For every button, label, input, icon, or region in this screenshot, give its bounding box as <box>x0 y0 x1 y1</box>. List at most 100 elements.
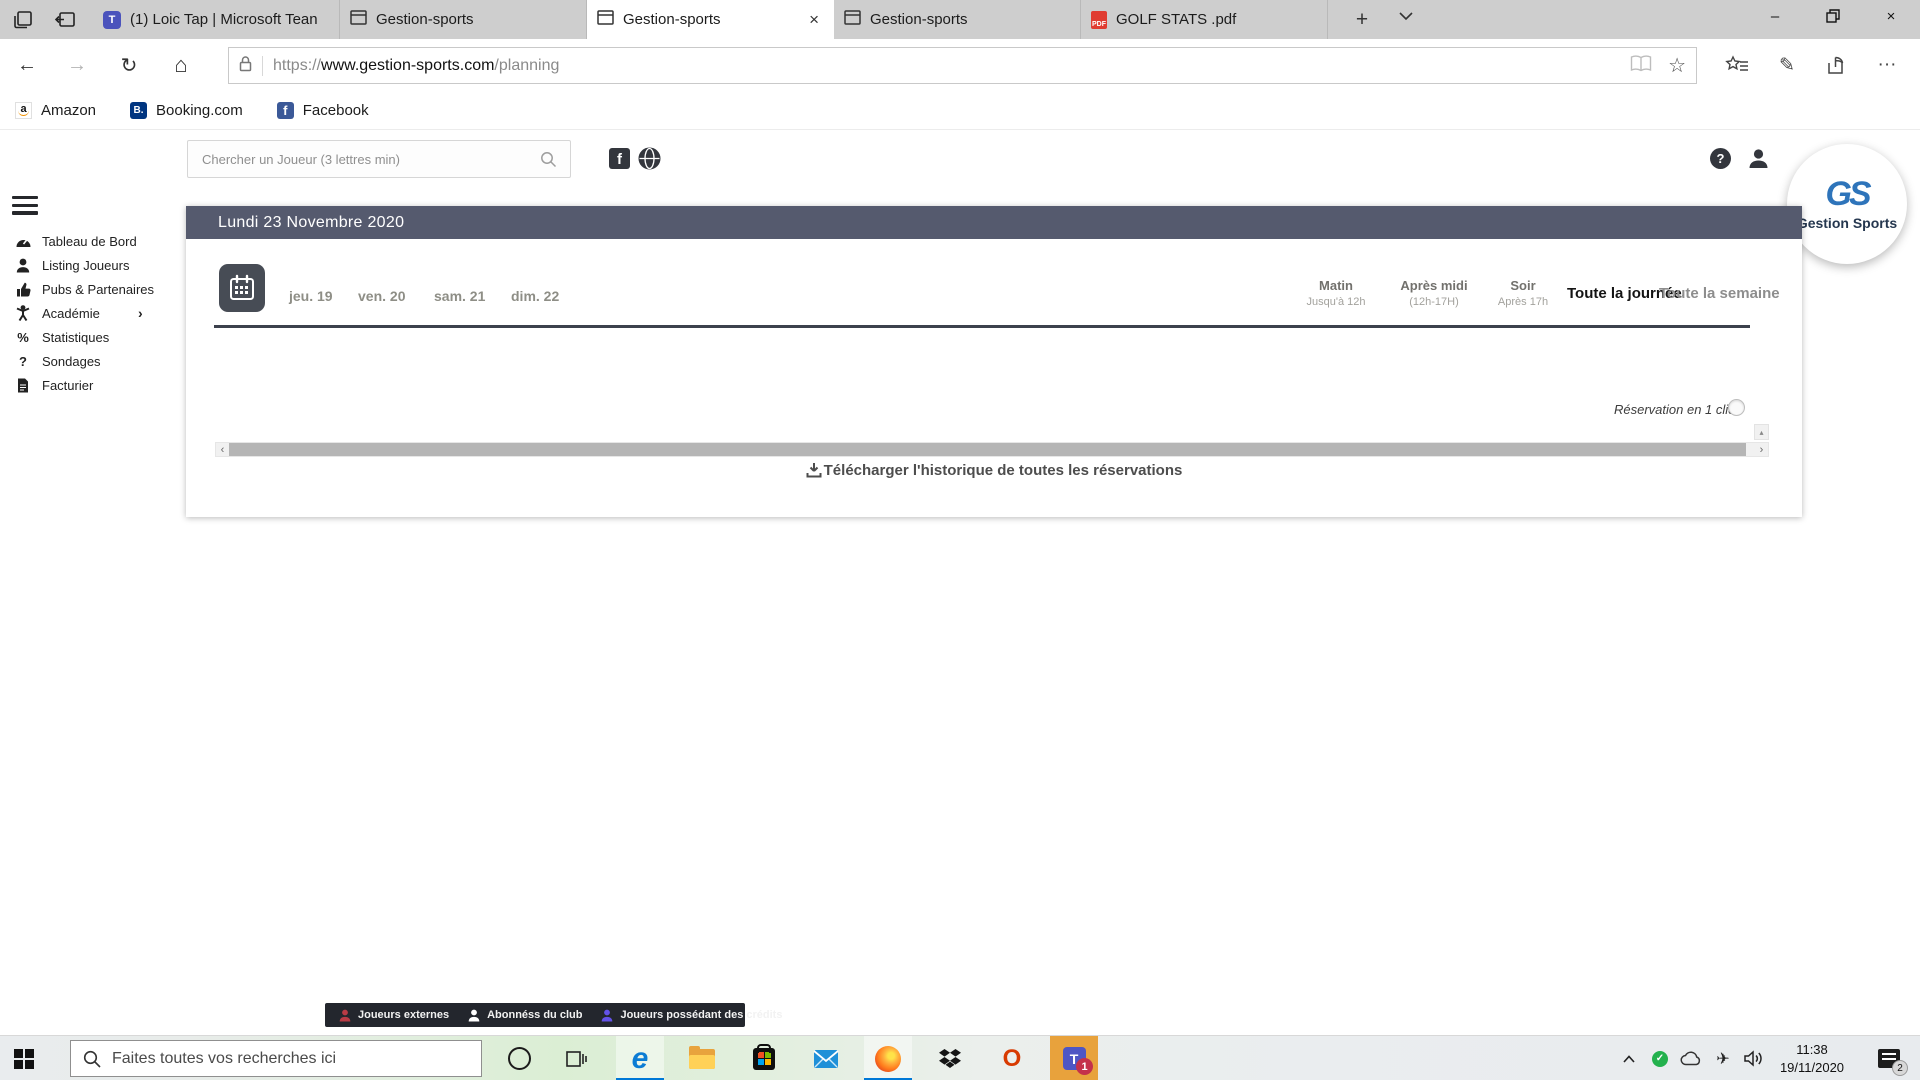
one-click-reservation-toggle[interactable] <box>1728 399 1745 416</box>
url-separator <box>262 56 263 76</box>
horizontal-scrollbar[interactable]: ‹ › <box>215 442 1769 457</box>
sidebar-item-sondages[interactable]: ? Sondages <box>14 349 184 373</box>
taskbar-edge[interactable]: e <box>616 1036 664 1080</box>
taskbar-store[interactable] <box>740 1036 788 1080</box>
tray-volume[interactable] <box>1738 1036 1770 1080</box>
tab-gestion-sports-1[interactable]: Gestion-sports <box>340 0 587 39</box>
day-tab-sam-21[interactable]: sam. 21 <box>434 288 485 304</box>
help-icon[interactable]: ? <box>1710 148 1731 169</box>
taskbar-mail[interactable] <box>802 1036 850 1080</box>
browser-tab-bar: T (1) Loic Tap | Microsoft Tean Gestion-… <box>0 0 1920 39</box>
tray-onedrive[interactable] <box>1676 1036 1706 1080</box>
bookmark-facebook[interactable]: f Facebook <box>277 102 369 119</box>
tab-gestion-sports-active[interactable]: Gestion-sports × <box>587 0 834 39</box>
profile-icon[interactable] <box>1747 147 1770 175</box>
store-icon <box>753 1048 775 1070</box>
bookmark-label: Amazon <box>41 102 96 119</box>
filter-toute-la-semaine[interactable]: Toute la semaine <box>1659 285 1780 302</box>
settings-more-icon[interactable]: ··· <box>1862 49 1912 81</box>
one-click-reservation-label: Réservation en 1 clic <box>1614 402 1735 417</box>
player-type-legend: Joueurs externes Abonnéss du club Joueur… <box>325 1003 745 1027</box>
tab-list-dropdown-icon[interactable] <box>1392 8 1420 26</box>
add-favorite-star-icon[interactable]: ☆ <box>1668 53 1686 78</box>
sidebar-item-listing-joueurs[interactable]: Listing Joueurs <box>14 253 184 277</box>
web-note-pen-icon[interactable]: ✎ <box>1762 49 1812 81</box>
taskbar-teams[interactable]: T 1 <box>1050 1036 1098 1080</box>
day-tab-ven-20[interactable]: ven. 20 <box>358 288 405 304</box>
globe-icon[interactable] <box>638 147 661 175</box>
close-button[interactable]: × <box>1862 0 1920 32</box>
tab-teams[interactable]: T (1) Loic Tap | Microsoft Tean <box>93 0 340 39</box>
scrollbar-thumb[interactable] <box>229 443 1746 456</box>
sidebar-item-label: Statistiques <box>42 330 109 345</box>
calendar-button[interactable] <box>219 264 265 312</box>
scroll-left-icon[interactable]: ‹ <box>216 443 229 456</box>
share-icon[interactable] <box>1812 49 1862 81</box>
reading-view-icon[interactable] <box>1630 55 1652 77</box>
cortana-button[interactable] <box>495 1036 543 1080</box>
sidebar-item-tableau-de-bord[interactable]: Tableau de Bord <box>14 229 184 253</box>
back-icon[interactable]: ← <box>12 51 42 79</box>
tab-preview-icon[interactable] <box>10 7 36 33</box>
sidebar-item-pubs-partenaires[interactable]: Pubs & Partenaires <box>14 277 184 301</box>
day-tab-jeu-19[interactable]: jeu. 19 <box>289 288 333 304</box>
sidebar-item-academie[interactable]: Académie › <box>14 301 184 325</box>
restore-button[interactable] <box>1804 0 1862 32</box>
dashboard-icon <box>14 234 32 248</box>
download-history-link[interactable]: Télécharger l'historique de toutes les r… <box>186 462 1802 479</box>
set-tabs-aside-icon[interactable] <box>52 7 78 33</box>
tab-title: Gestion-sports <box>623 11 796 28</box>
taskbar-file-explorer[interactable] <box>678 1036 726 1080</box>
favorites-hub-icon[interactable] <box>1712 49 1762 81</box>
taskbar-search[interactable] <box>70 1040 482 1077</box>
filter-soir[interactable]: Soir Après 17h <box>1468 278 1578 308</box>
logo-gs-mark: GS <box>1825 177 1868 211</box>
taskbar-firefox[interactable] <box>864 1036 912 1080</box>
tab-golf-stats-pdf[interactable]: PDF GOLF STATS .pdf <box>1081 0 1328 39</box>
vertical-scroll-up-icon[interactable]: ▴ <box>1754 424 1769 440</box>
office-icon: O <box>1003 1047 1022 1071</box>
action-center-button[interactable]: 2 <box>1866 1036 1912 1080</box>
white-player-icon <box>468 1009 480 1022</box>
red-player-icon <box>339 1009 351 1022</box>
taskbar-office[interactable]: O <box>988 1036 1036 1080</box>
start-button[interactable] <box>0 1036 48 1080</box>
url-text[interactable]: https://www.gestion-sports.com/planning <box>273 57 1630 75</box>
tab-title: GOLF STATS .pdf <box>1116 11 1317 28</box>
bookmark-amazon[interactable]: a Amazon <box>15 102 96 119</box>
sidebar-item-facturier[interactable]: Facturier <box>14 373 184 397</box>
planning-date-header: Lundi 23 Novembre 2020 <box>186 206 1802 239</box>
tab-gestion-sports-2[interactable]: Gestion-sports <box>834 0 1081 39</box>
menu-hamburger-icon[interactable] <box>12 196 38 219</box>
filter-matin[interactable]: Matin Jusqu'à 12h <box>1281 278 1391 308</box>
taskbar-dropbox[interactable] <box>926 1036 974 1080</box>
scroll-right-icon[interactable]: › <box>1755 443 1768 456</box>
taskbar-search-input[interactable] <box>112 1050 481 1068</box>
sidebar-item-statistiques[interactable]: % Statistiques <box>14 325 184 349</box>
bookmark-label: Booking.com <box>156 102 243 119</box>
forward-icon[interactable]: → <box>62 51 92 79</box>
home-icon[interactable]: ⌂ <box>166 51 196 79</box>
legend-joueurs-externes: Joueurs externes <box>339 1009 449 1022</box>
logo-text: Gestion Sports <box>1797 215 1897 231</box>
tray-airplane-mode[interactable]: ✈ <box>1708 1036 1738 1080</box>
windows-taskbar: e O T 1 ✓ <box>0 1035 1920 1080</box>
tray-security-status[interactable]: ✓ <box>1646 1036 1674 1080</box>
filter-sublabel: Après 17h <box>1468 296 1578 308</box>
tray-hidden-icons-chevron[interactable] <box>1614 1036 1644 1080</box>
refresh-icon[interactable]: ↻ <box>114 51 144 79</box>
lock-icon <box>239 55 252 77</box>
facebook-social-icon[interactable]: f <box>609 148 630 169</box>
bookmark-booking[interactable]: B. Booking.com <box>130 102 243 119</box>
day-tab-dim-22[interactable]: dim. 22 <box>511 288 559 304</box>
minimize-button[interactable]: – <box>1746 0 1804 32</box>
dropbox-icon <box>938 1048 962 1070</box>
player-search-input[interactable] <box>187 140 571 178</box>
tab-close-icon[interactable]: × <box>805 10 823 30</box>
tray-clock[interactable]: 11:38 19/11/2020 <box>1772 1041 1852 1076</box>
academy-icon <box>14 305 32 321</box>
new-tab-button[interactable]: + <box>1348 8 1376 32</box>
url-box[interactable]: https://www.gestion-sports.com/planning … <box>228 47 1697 84</box>
task-view-button[interactable] <box>553 1036 601 1080</box>
legend-abonnes-du-club: Abonnéss du club <box>468 1009 582 1022</box>
